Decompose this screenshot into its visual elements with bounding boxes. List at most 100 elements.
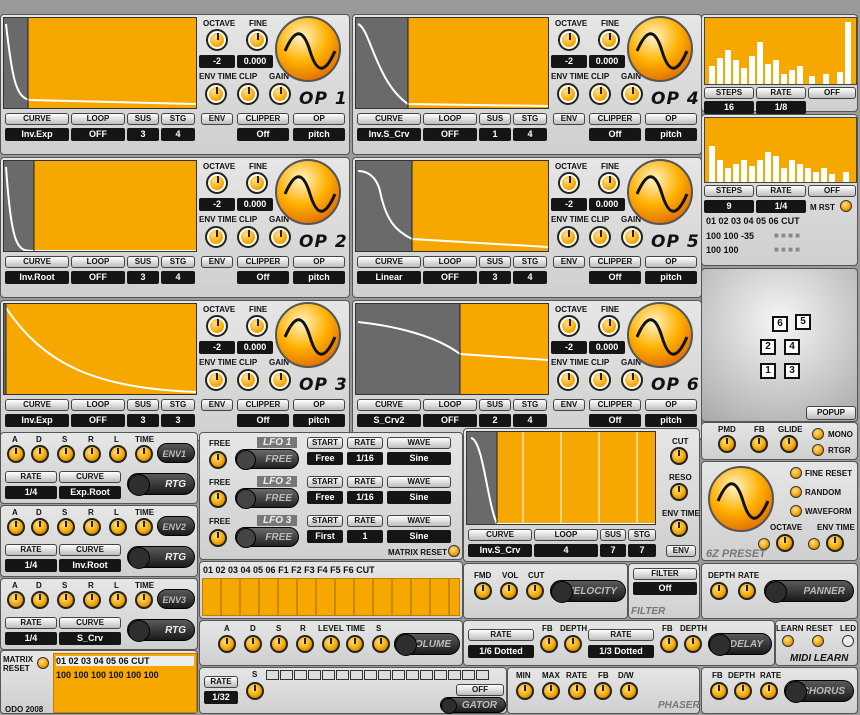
lfo-wave-button[interactable]: WAVE [387,437,451,449]
sus-button[interactable]: SUS [479,256,511,268]
curve-value[interactable]: Inv.S_Crv [357,128,421,141]
gator-step[interactable] [392,670,405,680]
op-value[interactable]: pitch [645,271,697,284]
lfo-wave-button[interactable]: WAVE [387,515,451,527]
env-rate-button[interactable]: RATE [5,544,57,556]
lfo-rate-button[interactable]: RATE [347,476,383,488]
fine-value[interactable]: 0.000 [237,341,273,354]
clipper-value[interactable]: Off [237,271,289,284]
op-waveform-orb[interactable] [627,159,693,225]
rate-value[interactable]: 1/8 [756,101,806,114]
gator-step[interactable] [448,670,461,680]
fine-value[interactable]: 0.000 [237,198,273,211]
lfo-start-value[interactable]: First [307,530,343,543]
lfo-start-value[interactable]: Free [307,452,343,465]
gator-step[interactable] [308,670,321,680]
octave-knob[interactable] [558,172,580,194]
env-knob[interactable] [109,591,127,609]
fine-value[interactable]: 0.000 [589,55,625,68]
loop-button[interactable]: LOOP [423,399,477,411]
preset-env-time-knob[interactable] [826,534,844,552]
popup-button[interactable]: POPUP [806,406,856,420]
algo-box-5[interactable]: 5 [795,314,811,330]
clipper-button[interactable]: CLIPPER [237,256,289,268]
env-curve-button[interactable]: CURVE [59,544,121,556]
loop-value[interactable]: OFF [71,271,125,284]
lfo-start-value[interactable]: Free [307,491,343,504]
vol-r-knob[interactable] [296,635,314,653]
loop-button[interactable]: LOOP [71,113,125,125]
loop-button[interactable]: LOOP [71,399,125,411]
cut-knob[interactable] [670,447,688,465]
octave-value[interactable]: -2 [551,55,587,68]
matrix-row-1[interactable]: 100 100 -35 [706,231,754,241]
gator-step[interactable] [336,670,349,680]
env-button[interactable]: ENV [553,256,585,268]
curve-button[interactable]: CURVE [5,399,69,411]
delay-rate-2-button[interactable]: RATE [588,629,654,641]
vol-s-knob[interactable] [270,635,288,653]
delay-depth-1-knob[interactable] [564,635,582,653]
clipper-button[interactable]: CLIPPER [589,256,641,268]
env-knob[interactable] [7,518,25,536]
env-button[interactable]: ENV [553,399,585,411]
octave-value[interactable]: -2 [551,198,587,211]
lfo-rate-knob[interactable] [209,451,227,469]
reset-button[interactable] [812,635,824,647]
octave-knob[interactable] [558,29,580,51]
vol-a-knob[interactable] [218,635,236,653]
off-button[interactable]: OFF [808,87,856,99]
phaser-min-knob[interactable] [516,682,534,700]
algo-box-2[interactable]: 2 [760,339,776,355]
fine-knob[interactable] [598,172,620,194]
lfo-wave-value[interactable]: Sine [387,452,451,465]
env-button[interactable]: ENV [201,399,233,411]
op-waveform-orb[interactable] [275,16,341,82]
lfo-rate-knob[interactable] [209,490,227,508]
clip-knob[interactable] [237,226,259,248]
op-button[interactable]: OP [645,256,697,268]
fine-value[interactable]: 0.000 [237,55,273,68]
lfo-rate-value[interactable]: 1 [347,530,383,543]
sus-value[interactable]: 3 [127,414,159,427]
op-waveform-orb[interactable] [275,302,341,368]
sus-button[interactable]: SUS [127,113,159,125]
delay-rate-2-value[interactable]: 1/3 Dotted [588,645,654,658]
fb-knob[interactable] [750,435,768,453]
sus-value[interactable]: 3 [127,128,159,141]
op-waveform-orb[interactable] [275,159,341,225]
curve-value[interactable]: Linear [357,271,421,284]
sus-value[interactable]: 2 [479,414,511,427]
fmd-knob[interactable] [474,582,492,600]
fine-knob[interactable] [246,172,268,194]
loop-value[interactable]: OFF [423,414,477,427]
op-button[interactable]: OP [293,399,345,411]
stg-value[interactable]: 3 [161,414,195,427]
led-toggle[interactable] [842,635,854,647]
gator-step[interactable] [462,670,475,680]
clipper-button[interactable]: CLIPPER [589,113,641,125]
matrix-row-2[interactable]: 100 100 [706,245,739,255]
env-rate-button[interactable]: RATE [5,617,57,629]
fine-value[interactable]: 0.000 [589,198,625,211]
clipper-value[interactable]: Off [589,271,641,284]
algo-box-4[interactable]: 4 [784,339,800,355]
curve-button[interactable]: CURVE [468,529,532,541]
glide-knob[interactable] [780,435,798,453]
env-curve-value[interactable]: Exp.Root [59,486,121,499]
chorus-depth-knob[interactable] [734,682,752,700]
env-rate-button[interactable]: RATE [5,471,57,483]
vol-time-knob[interactable] [346,635,364,653]
gain-knob[interactable] [621,83,643,105]
env-time-knob[interactable] [205,369,227,391]
lfo-rate-value[interactable]: 1/16 [347,452,383,465]
op-value[interactable]: pitch [293,414,345,427]
op-value[interactable]: pitch [293,128,345,141]
op-envelope-graph[interactable] [355,160,549,252]
rate-button[interactable]: RATE [756,185,806,197]
env-curve-button[interactable]: CURVE [59,617,121,629]
env-knob[interactable] [7,591,25,609]
gator-step[interactable] [378,670,391,680]
env-knob[interactable] [57,445,75,463]
stg-button[interactable]: STG [161,113,195,125]
